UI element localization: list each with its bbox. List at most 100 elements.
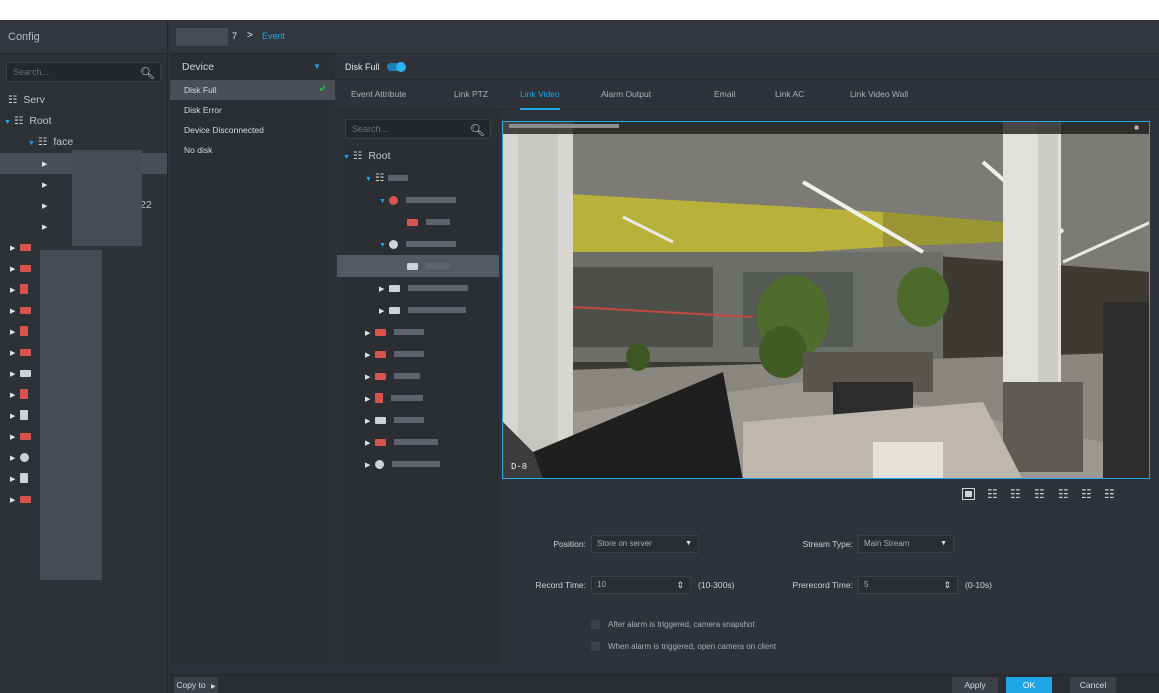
expand-arrow-icon[interactable]: ▼	[28, 133, 38, 154]
checkbox-box[interactable]	[591, 642, 600, 652]
tree-item-label: face	[53, 136, 74, 148]
layout-1-icon[interactable]	[962, 488, 975, 500]
expand-arrow-icon[interactable]: ▶	[10, 406, 20, 427]
event-item-disk-full[interactable]: Disk Full ✔	[170, 80, 335, 100]
disk-full-header: Disk Full	[337, 54, 1159, 80]
record-time-input[interactable]: 10 ⇕	[591, 576, 691, 594]
layout-6-icon[interactable]: ☷	[1010, 488, 1023, 500]
layout-16-icon[interactable]: ☷	[1104, 488, 1117, 500]
breadcrumb-separator: >	[247, 30, 253, 41]
expand-arrow-icon[interactable]: ▶	[379, 279, 389, 301]
expand-arrow-icon[interactable]: ▶	[365, 367, 375, 389]
expand-arrow-icon[interactable]: ▶	[10, 343, 20, 364]
tab-email[interactable]: Email	[714, 89, 735, 99]
expand-arrow-icon[interactable]: ▼	[379, 191, 389, 213]
tab-link-video[interactable]: Link Video	[520, 89, 560, 110]
expand-arrow-icon[interactable]: ▶	[379, 301, 389, 323]
channel-tree-item[interactable]: ▼	[337, 233, 499, 255]
channel-tree-item[interactable]: ▶	[337, 453, 499, 475]
search-icon[interactable]: 🔍︎	[140, 64, 155, 82]
event-item-label: Device Disconnected	[184, 125, 264, 135]
expand-arrow-icon[interactable]: ▶	[10, 490, 20, 511]
search-placeholder: Search...	[352, 124, 389, 134]
expand-arrow-icon[interactable]: ▶	[365, 411, 375, 433]
channel-tree-root[interactable]: ▼ ☷ Root	[337, 145, 499, 167]
expand-arrow-icon[interactable]: ▶	[365, 323, 375, 345]
device-search-input[interactable]: Search... 🔍︎	[6, 62, 161, 82]
ok-button[interactable]: OK	[1006, 677, 1052, 693]
expand-arrow-icon[interactable]: ▶	[10, 259, 20, 280]
expand-arrow-icon[interactable]: ▶	[365, 389, 375, 411]
expand-arrow-icon[interactable]: ▶	[10, 427, 20, 448]
expand-arrow-icon[interactable]: ▼	[365, 169, 375, 191]
open-camera-checkbox[interactable]: When alarm is triggered, open camera on …	[591, 642, 776, 652]
channel-tree-item-selected[interactable]	[337, 255, 499, 277]
tab-link-video-wall[interactable]: Link Video Wall	[850, 89, 908, 99]
tab-event-attribute[interactable]: Event Attribute	[351, 89, 406, 99]
channel-tree-item[interactable]: ▶	[337, 343, 499, 365]
expand-arrow-icon[interactable]: ▶	[10, 364, 20, 385]
expand-arrow-icon[interactable]: ▶	[10, 322, 20, 343]
channel-tree-item[interactable]: ▶	[337, 321, 499, 343]
channel-tree-item[interactable]	[337, 211, 499, 233]
tab-link-ptz[interactable]: Link PTZ	[454, 89, 488, 99]
tree-item-serv[interactable]: ☷ Serv	[0, 90, 167, 111]
redacted-label	[408, 307, 466, 314]
stepper-icon[interactable]: ⇕	[943, 577, 951, 593]
event-category-dropdown[interactable]: Device ▼	[170, 54, 335, 80]
expand-arrow-icon[interactable]: ▶	[365, 455, 375, 477]
channel-search-input[interactable]: Search... 🔍︎	[345, 119, 491, 139]
prerecord-time-input[interactable]: 5 ⇕	[858, 576, 958, 594]
channel-tree-item[interactable]: ▶	[337, 299, 499, 321]
expand-arrow-icon[interactable]: ▶	[10, 385, 20, 406]
app-window: Config Search... 🔍︎ ☷ Serv ▼ ☷ Root ▼ ☷ fa…	[0, 0, 1159, 693]
expand-arrow-icon[interactable]: ▼	[379, 235, 389, 257]
breadcrumb-item[interactable]: 7	[232, 31, 237, 41]
expand-arrow-icon[interactable]: ▶	[10, 238, 20, 259]
layout-4-icon[interactable]: ☷	[987, 488, 1000, 500]
expand-arrow-icon[interactable]: ▶	[10, 448, 20, 469]
event-item-device-disconnected[interactable]: Device Disconnected	[170, 120, 335, 140]
snapshot-checkbox[interactable]: After alarm is triggered, camera snapsho…	[591, 620, 755, 630]
expand-arrow-icon[interactable]: ▶	[42, 217, 52, 238]
expand-arrow-icon[interactable]: ▼	[4, 112, 14, 133]
event-item-no-disk[interactable]: No disk	[170, 140, 335, 160]
expand-arrow-icon[interactable]: ▶	[10, 469, 20, 490]
expand-arrow-icon[interactable]: ▼	[343, 147, 353, 169]
channel-tree-item[interactable]: ▶	[337, 431, 499, 453]
stepper-icon[interactable]: ⇕	[676, 577, 684, 593]
cancel-button[interactable]: Cancel	[1070, 677, 1116, 693]
layout-13-icon[interactable]: ☷	[1081, 488, 1094, 500]
channel-tree-item[interactable]: ▶	[337, 409, 499, 431]
expand-arrow-icon[interactable]: ▶	[42, 154, 52, 175]
layout-9-icon[interactable]: ☷	[1058, 488, 1071, 500]
org-icon: ☷	[375, 172, 385, 184]
enable-toggle[interactable]	[387, 62, 406, 72]
channel-tree-item[interactable]: ▼	[337, 189, 499, 211]
channel-tree-item[interactable]: ▼ ☷	[337, 167, 499, 189]
expand-arrow-icon[interactable]: ▶	[10, 280, 20, 301]
close-icon[interactable]: ■	[1134, 123, 1139, 132]
copy-to-button[interactable]: Copy to ▶	[174, 677, 218, 693]
tab-alarm-output[interactable]: Alarm Output	[601, 89, 651, 99]
expand-arrow-icon[interactable]: ▶	[365, 433, 375, 455]
event-item-disk-error[interactable]: Disk Error	[170, 100, 335, 120]
channel-tree-item[interactable]: ▶	[337, 365, 499, 387]
search-icon[interactable]: 🔍︎	[470, 121, 485, 139]
tab-link-ac[interactable]: Link AC	[775, 89, 804, 99]
expand-arrow-icon[interactable]: ▶	[42, 196, 52, 217]
apply-button[interactable]: Apply	[952, 677, 998, 693]
position-select[interactable]: Store on server ▼	[591, 535, 699, 553]
expand-arrow-icon[interactable]: ▶	[10, 301, 20, 322]
expand-arrow-icon[interactable]: ▶	[365, 345, 375, 367]
layout-8-icon[interactable]: ☷	[1034, 488, 1047, 500]
nvr-icon	[20, 495, 31, 503]
checkbox-box[interactable]	[591, 620, 600, 630]
channel-tree-item[interactable]: ▶	[337, 387, 499, 409]
tree-item-root[interactable]: ▼ ☷ Root	[0, 111, 167, 132]
expand-arrow-icon[interactable]: ▶	[42, 175, 52, 196]
video-preview[interactable]: ■ D-8	[502, 121, 1150, 479]
stream-type-select[interactable]: Main Stream ▼	[858, 535, 954, 553]
channel-tree-item[interactable]: ▶	[337, 277, 499, 299]
video-channel-label: D-8	[511, 462, 528, 472]
